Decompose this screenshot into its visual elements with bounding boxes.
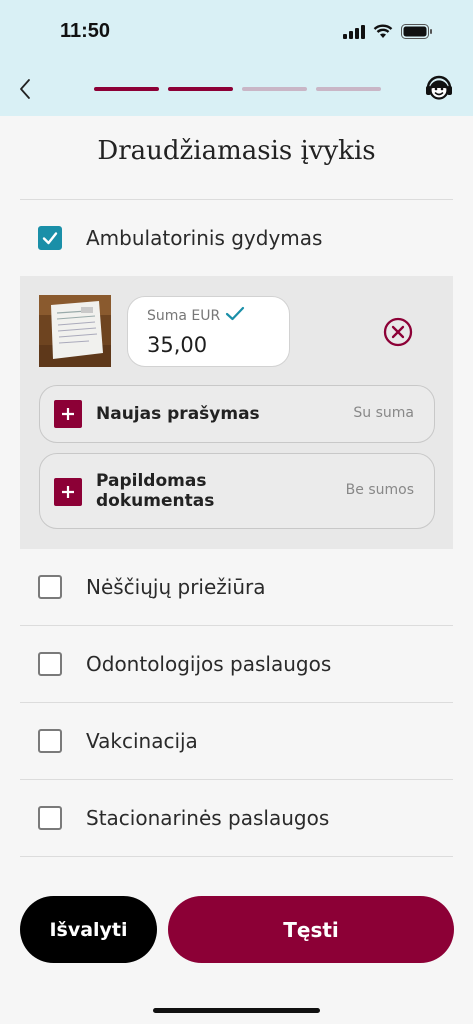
new-request-button[interactable]: Naujas prašymas Su suma: [39, 385, 435, 443]
divider: [20, 856, 453, 857]
status-icons: [343, 24, 433, 39]
chevron-left-icon: [20, 79, 30, 99]
category-row-pregnancy[interactable]: Nėščiųjų priežiūra: [20, 549, 453, 625]
category-row-dental[interactable]: Odontologijos paslaugos: [20, 626, 453, 702]
receipt-thumbnail[interactable]: [39, 295, 111, 367]
new-request-title: Naujas prašymas: [96, 404, 260, 424]
home-indicator: [153, 1008, 320, 1013]
support-agent-icon: [426, 75, 452, 100]
checkbox-unchecked[interactable]: [38, 575, 62, 599]
new-request-hint: Su suma: [353, 405, 414, 421]
category-label: Odontologijos paslaugos: [86, 652, 332, 676]
category-label: Stacionarinės paslaugos: [86, 806, 330, 830]
additional-document-hint: Be sumos: [345, 482, 414, 498]
signal-icon: [343, 24, 365, 39]
category-label: Ambulatorinis gydymas: [86, 226, 323, 250]
additional-document-title-line2: dokumentas: [96, 491, 215, 511]
checkbox-unchecked[interactable]: [38, 729, 62, 753]
amount-label: Suma EUR: [147, 308, 221, 324]
plus-icon: [54, 400, 82, 428]
checkbox-checked[interactable]: [38, 226, 62, 250]
continue-button[interactable]: Tęsti: [168, 896, 454, 963]
plus-icon: [54, 478, 82, 506]
additional-document-title-line1: Papildomas: [96, 471, 207, 491]
wifi-icon: [373, 24, 393, 38]
status-time: 11:50: [60, 20, 111, 42]
remove-circle-icon: [383, 317, 413, 347]
checkbox-unchecked[interactable]: [38, 806, 62, 830]
page-title: Draudžiamasis įvykis: [97, 136, 376, 166]
top-bar: 11:50: [0, 0, 473, 116]
amount-input[interactable]: Suma EUR 35,00: [127, 296, 290, 367]
progress-step: [168, 87, 233, 91]
category-label: Vakcinacija: [86, 729, 198, 753]
verified-check-icon: [225, 306, 245, 321]
category-row-vaccination[interactable]: Vakcinacija: [20, 703, 453, 779]
amount-value: 35,00: [147, 333, 208, 357]
clear-button[interactable]: Išvalyti: [20, 896, 157, 963]
checkbox-unchecked[interactable]: [38, 652, 62, 676]
battery-icon: [401, 24, 432, 39]
checkmark-icon: [42, 232, 58, 245]
category-row-ambulatory[interactable]: Ambulatorinis gydymas: [20, 200, 453, 276]
additional-document-button[interactable]: Papildomas dokumentas Be sumos: [39, 453, 435, 529]
progress-step: [242, 87, 307, 91]
back-button[interactable]: [14, 76, 38, 102]
remove-receipt-button[interactable]: [383, 317, 413, 347]
support-button[interactable]: [423, 72, 455, 104]
category-label: Nėščiųjų priežiūra: [86, 575, 266, 599]
progress-indicator: [94, 87, 381, 91]
progress-step: [94, 87, 159, 91]
receipt-photo-image: [39, 295, 111, 367]
progress-step: [316, 87, 381, 91]
claim-details-panel: Suma EUR 35,00 Naujas prašymas Su suma P…: [20, 276, 453, 549]
category-row-inpatient[interactable]: Stacionarinės paslaugos: [20, 780, 453, 856]
